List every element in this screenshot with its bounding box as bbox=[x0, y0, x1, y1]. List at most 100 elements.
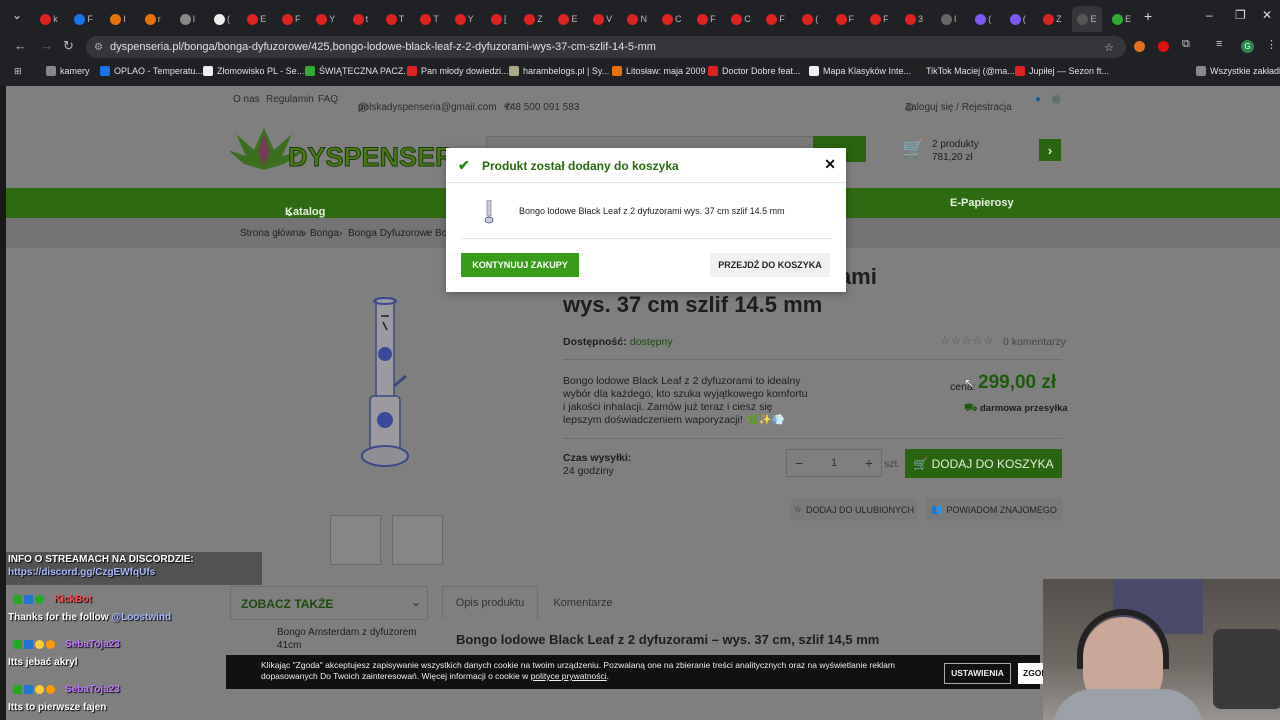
browser-tab[interactable]: r bbox=[138, 8, 168, 30]
bookmark-item[interactable]: Pan młody dowiedzi... bbox=[407, 66, 509, 76]
extension-block-icon[interactable] bbox=[1158, 41, 1169, 52]
browser-tab[interactable]: T bbox=[380, 8, 410, 30]
bookmark-item[interactable]: ŚWIĄTECZNA PACZ... bbox=[305, 66, 411, 76]
close-window-icon[interactable]: ✕ bbox=[1262, 8, 1272, 22]
browser-tab[interactable]: I bbox=[934, 8, 964, 30]
tab-search-icon[interactable]: ⌄ bbox=[12, 8, 22, 22]
new-tab-button[interactable]: + bbox=[1144, 8, 1152, 24]
browser-tab[interactable]: F bbox=[761, 8, 791, 30]
browser-tab[interactable]: E bbox=[242, 8, 272, 30]
minus-button[interactable]: − bbox=[787, 455, 811, 471]
browser-tab[interactable]: k bbox=[34, 8, 64, 30]
cart-count[interactable]: 2 produkty bbox=[932, 138, 979, 151]
tab-comments[interactable]: Komentarze bbox=[540, 586, 626, 619]
maximize-icon[interactable]: ❐ bbox=[1235, 8, 1246, 22]
faq-link[interactable]: FAQ bbox=[318, 94, 338, 105]
shop-logo[interactable]: DYSPENSERIA bbox=[228, 120, 482, 184]
continue-shopping-button[interactable]: KONTYNUUJ ZAKUPY bbox=[461, 253, 579, 277]
minimize-icon[interactable]: – bbox=[1206, 8, 1213, 22]
tab-description[interactable]: Opis produktu bbox=[442, 586, 538, 619]
bookmark-item[interactable]: TikTok Maciej (@ma... bbox=[912, 66, 1015, 76]
browser-tab[interactable]: N bbox=[622, 8, 652, 30]
facebook-icon[interactable]: ● bbox=[1035, 94, 1041, 105]
extension-icon[interactable] bbox=[1134, 41, 1145, 52]
browser-tab[interactable]: F bbox=[276, 8, 306, 30]
forward-icon[interactable]: → bbox=[40, 38, 53, 53]
browser-tab[interactable]: Y bbox=[449, 8, 479, 30]
browser-tab[interactable]: V bbox=[588, 8, 618, 30]
media-control-icon[interactable]: ≡ bbox=[1216, 38, 1222, 50]
address-bar[interactable]: ⚙ dyspenseria.pl/bonga/bonga-dyfuzorowe/… bbox=[86, 36, 1126, 58]
quantity-stepper[interactable]: − 1 + bbox=[786, 449, 882, 477]
shipping-time-value: 24 godziny bbox=[563, 465, 614, 477]
comments-count[interactable]: 0 komentarzy bbox=[1003, 336, 1066, 349]
bookmark-item[interactable]: OPLAO - Temperatu... bbox=[100, 66, 203, 76]
browser-tab[interactable]: Z bbox=[1037, 8, 1067, 30]
reload-icon[interactable]: ↻ bbox=[63, 38, 74, 54]
apps-grid-icon[interactable]: ⊞ bbox=[14, 66, 22, 77]
browser-tab[interactable]: I bbox=[172, 8, 202, 30]
extensions-puzzle-icon[interactable]: ⧉ bbox=[1182, 38, 1190, 51]
all-bookmarks-folder[interactable]: Wszystkie zakładki bbox=[1196, 66, 1280, 76]
bookmark-favicon-icon bbox=[46, 66, 56, 76]
browser-tab[interactable]: E bbox=[1107, 8, 1137, 30]
browser-tab[interactable]: ( bbox=[207, 8, 237, 30]
browser-tab[interactable]: E bbox=[553, 8, 583, 30]
browser-tab[interactable]: t bbox=[345, 8, 375, 30]
thumbnail-2[interactable] bbox=[392, 515, 443, 565]
browser-tab[interactable]: E bbox=[1072, 6, 1102, 32]
browser-tab[interactable]: ( bbox=[1003, 8, 1033, 30]
browser-tab[interactable]: ( bbox=[795, 8, 825, 30]
tell-friend-button[interactable]: 👥 POWIADOM ZNAJOMEGO bbox=[926, 498, 1062, 521]
bookmark-item[interactable]: Mapa Klasyków Inte... bbox=[809, 66, 911, 76]
bookmark-item[interactable]: harambelogs.pl | Sy... bbox=[509, 66, 609, 76]
go-to-cart-button[interactable]: PRZEJDŹ DO KOSZYKA bbox=[710, 253, 830, 277]
instagram-icon[interactable]: ◎ bbox=[1052, 94, 1061, 105]
close-icon[interactable]: ✕ bbox=[824, 156, 836, 173]
privacy-policy-link[interactable]: polityce prywatności bbox=[531, 671, 607, 681]
profile-avatar[interactable]: G bbox=[1241, 40, 1254, 53]
cart-arrow-button[interactable]: › bbox=[1039, 139, 1061, 161]
see-also-header[interactable]: ZOBACZ TAKŻE ⌄ bbox=[230, 586, 428, 620]
add-to-favorites-button[interactable]: ☆ DODAJ DO ULUBIONYCH bbox=[791, 498, 917, 521]
about-link[interactable]: O nas bbox=[233, 94, 260, 105]
bookmark-item[interactable]: kamery bbox=[46, 66, 90, 76]
see-also-item[interactable]: Bongo Amsterdam z dyfuzorem 41cm bbox=[277, 626, 417, 652]
bookmark-item[interactable]: Doctor Dobre feat... bbox=[708, 66, 801, 76]
browser-tab[interactable]: 3 bbox=[899, 8, 929, 30]
menu-dots-icon[interactable]: ⋮ bbox=[1266, 38, 1277, 51]
quantity-input[interactable]: 1 bbox=[811, 457, 857, 469]
thumbnail-1[interactable] bbox=[330, 515, 381, 565]
cart-icon[interactable]: 🛒 bbox=[902, 138, 924, 159]
cookie-settings-button[interactable]: USTAWIENIA bbox=[944, 663, 1011, 684]
bookmark-item[interactable]: Litosław: maja 2009 bbox=[612, 66, 706, 76]
browser-tab[interactable]: ( bbox=[968, 8, 998, 30]
browser-tab[interactable]: F bbox=[691, 8, 721, 30]
bookmark-item[interactable]: Jupiłej — Sezon ft... bbox=[1015, 66, 1109, 76]
browser-tab[interactable]: C bbox=[657, 8, 687, 30]
plus-button[interactable]: + bbox=[857, 455, 881, 471]
browser-tab[interactable]: [ bbox=[484, 8, 514, 30]
rules-link[interactable]: Regulamin bbox=[266, 94, 314, 105]
browser-tab[interactable]: C bbox=[726, 8, 756, 30]
crumb-bonga[interactable]: Bonga bbox=[310, 228, 339, 239]
add-to-cart-button[interactable]: 🛒 DODAJ DO KOSZYKA bbox=[905, 449, 1062, 478]
browser-tab[interactable]: T bbox=[415, 8, 445, 30]
crumb-home[interactable]: Strona główna bbox=[240, 228, 304, 239]
browser-tab[interactable]: F bbox=[69, 8, 99, 30]
browser-tab[interactable]: F bbox=[830, 8, 860, 30]
browser-tab[interactable]: Y bbox=[311, 8, 341, 30]
browser-tab[interactable]: F bbox=[864, 8, 894, 30]
shop-topbar: O nas Regulamin FAQ @ polskadyspenseria@… bbox=[233, 94, 1061, 113]
browser-tab[interactable]: I bbox=[103, 8, 133, 30]
browser-tab[interactable]: Z bbox=[518, 8, 548, 30]
site-info-icon[interactable]: ⚙ bbox=[94, 42, 103, 53]
product-image[interactable] bbox=[360, 296, 410, 468]
rating-stars[interactable]: ☆☆☆☆☆ bbox=[940, 334, 994, 347]
bookmark-star-icon[interactable]: ☆ bbox=[1104, 41, 1114, 54]
bookmark-item[interactable]: Złomowisko PL - Se... bbox=[203, 66, 304, 76]
nav-epapierosy[interactable]: E-Papierosy bbox=[950, 197, 1014, 209]
back-icon[interactable]: ← bbox=[14, 38, 27, 53]
cart-total[interactable]: 781,20 zł bbox=[932, 151, 973, 164]
crumb-dyfuzorowe[interactable]: Bonga Dyfuzorowe bbox=[348, 228, 433, 239]
